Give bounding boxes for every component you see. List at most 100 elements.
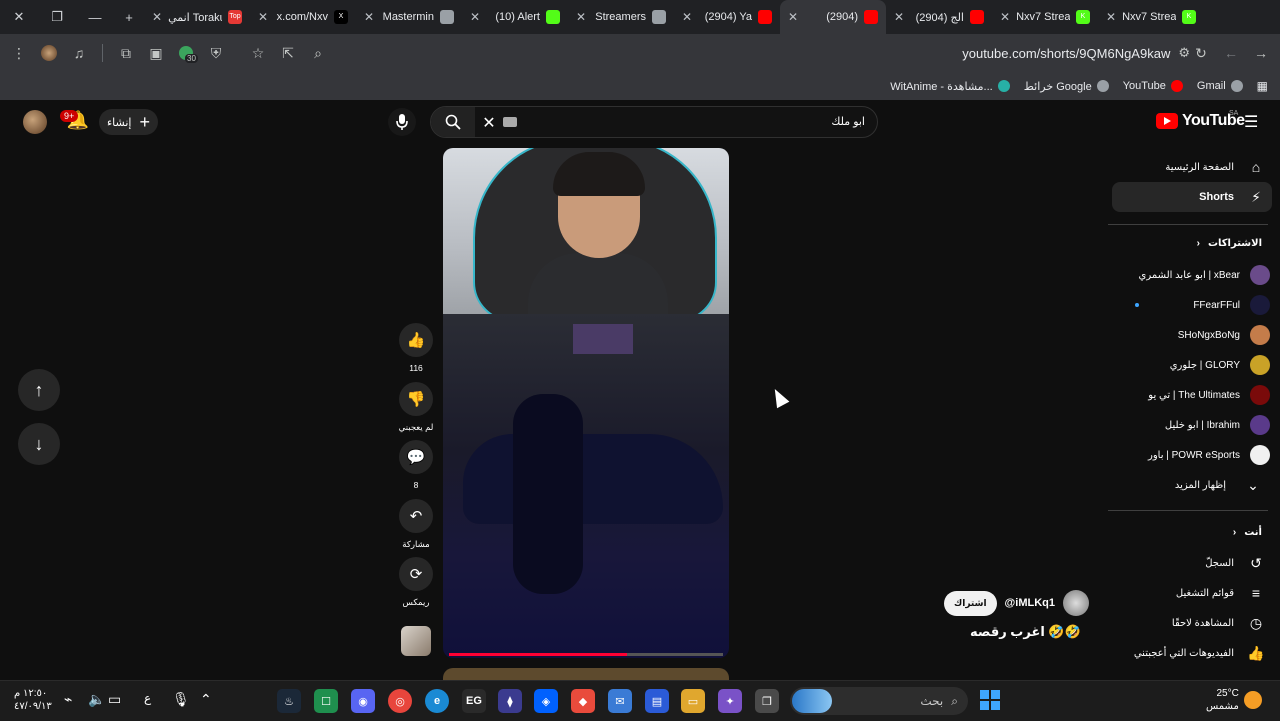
menu-dots-icon[interactable]: ⋮ xyxy=(4,38,34,68)
previous-short-button[interactable]: ↑ xyxy=(18,369,60,411)
bookmark-item[interactable]: خرائط Google xyxy=(1024,80,1109,93)
network-icon[interactable]: ⌁ xyxy=(64,691,72,708)
windows-start-icon[interactable] xyxy=(980,690,1000,710)
browser-tab[interactable]: ✕ x.com/Nxv X xyxy=(250,0,356,34)
browser-tab[interactable]: ✕ (10) Alert xyxy=(462,0,568,34)
share-page-icon[interactable]: ⇱ xyxy=(273,38,303,68)
system-clock[interactable]: ١٢:٥٠ م ٤٧/٠٩/١٣ xyxy=(14,687,52,713)
keyboard-icon[interactable] xyxy=(503,117,517,127)
sidebar-subscription-item[interactable]: باور | POWR eSports xyxy=(1112,440,1272,470)
dropbox-app-icon[interactable]: ◈ xyxy=(534,689,558,713)
search-input[interactable]: ✕ ابو ملك xyxy=(430,106,878,138)
create-button[interactable]: إنشاء + xyxy=(99,109,158,135)
edge-app-icon[interactable]: e xyxy=(425,689,449,713)
show-more-button[interactable]: إظهار المزيد ⌄ xyxy=(1112,470,1272,500)
visual-studio-app-icon[interactable]: ⧫ xyxy=(498,689,522,713)
browser-tab[interactable]: ✕ (2904) Ya xyxy=(674,0,780,34)
forward-icon[interactable]: → xyxy=(1246,38,1276,68)
hamburger-menu-icon[interactable]: ☰ xyxy=(1244,112,1262,132)
browser-tab[interactable]: ✕ Mastermin xyxy=(356,0,462,34)
subscriptions-header[interactable]: › الاشتراكات xyxy=(1197,238,1262,249)
search-button[interactable] xyxy=(431,107,475,137)
extension-badge-icon[interactable]: 30 xyxy=(171,38,201,68)
shield-icon[interactable]: ⛨ xyxy=(201,38,231,68)
dislike-button[interactable]: 👎 xyxy=(399,382,433,416)
close-tab-icon[interactable]: ✕ xyxy=(258,10,268,24)
taskbar-search-box[interactable]: بحث ⌕ xyxy=(790,687,968,715)
sidebar-subscription-item[interactable]: جلوري | GLORY xyxy=(1112,350,1272,380)
subscribe-button[interactable]: اشتراك xyxy=(944,590,997,616)
voice-search-mic-icon[interactable] xyxy=(388,108,416,136)
volume-icon[interactable]: 🔈 xyxy=(88,691,105,708)
language-indicator[interactable]: ع xyxy=(144,691,151,705)
copilot-app-icon[interactable]: ✦ xyxy=(718,689,742,713)
sidebar-you-item[interactable]: الفيديوهات التي أعجبتني 👍 xyxy=(1112,638,1272,668)
sidebar-subscription-item[interactable]: SHoNgxBoNg xyxy=(1112,320,1272,350)
epic-games-app-icon[interactable]: EG xyxy=(462,689,486,713)
bookmark-item[interactable]: YouTube xyxy=(1123,80,1183,93)
battery-icon[interactable]: ▭ xyxy=(108,691,121,708)
profile-avatar[interactable] xyxy=(34,38,64,68)
sidebar-subscription-item[interactable]: ابو عابد الشمري | xBear xyxy=(1112,260,1272,290)
tray-overflow-chevron-icon[interactable]: ⌃ xyxy=(200,691,212,708)
account-avatar[interactable] xyxy=(23,110,47,134)
sound-thumbnail[interactable] xyxy=(401,626,431,656)
weather-widget[interactable]: 25°C مشمس xyxy=(1206,687,1239,713)
next-short-preview[interactable] xyxy=(443,668,729,680)
channel-handle[interactable]: @iMLKq1 xyxy=(1005,597,1055,609)
address-bar[interactable]: youtube.com/shorts/9QM6NgA9kaw ⚙ xyxy=(900,38,1190,68)
bookmark-item[interactable]: WitAnime - مشاهدة... xyxy=(890,80,1010,93)
short-video-player[interactable] xyxy=(443,148,729,658)
discord-app-icon[interactable]: ◉ xyxy=(351,689,375,713)
browser-tab[interactable]: ✕ Nxv7 Strea K xyxy=(992,0,1098,34)
comments-button[interactable]: 💬 xyxy=(399,440,433,474)
video-progress-bar[interactable] xyxy=(449,653,723,656)
browser-tab[interactable]: ✕ Streamers xyxy=(568,0,674,34)
browser-tab[interactable]: ✕ Nxv7 Strea K xyxy=(1098,0,1204,34)
media-controls-icon[interactable]: ♫ xyxy=(64,38,94,68)
zoom-icon[interactable]: ⌕ xyxy=(303,38,333,68)
close-tab-icon[interactable]: ✕ xyxy=(470,10,480,24)
file-explorer-icon[interactable]: ▭ xyxy=(681,689,705,713)
sidebar-item-home[interactable]: الصفحة الرئيسية ⌂ xyxy=(1112,152,1272,182)
sidebar-item-shorts[interactable]: Shorts ⚡ xyxy=(1112,182,1272,212)
app-icon-red[interactable]: ◆ xyxy=(571,689,595,713)
store-app-icon[interactable]: ▤ xyxy=(645,689,669,713)
close-tab-icon[interactable]: ✕ xyxy=(364,10,374,24)
bookmark-star-icon[interactable]: ☆ xyxy=(243,38,273,68)
sidebar-you-item[interactable]: قوائم التشغيل ≡ xyxy=(1112,578,1272,608)
next-short-button[interactable]: ↓ xyxy=(18,423,60,465)
sidebar-subscription-item[interactable]: ابو خليل | Ibrahim xyxy=(1112,410,1272,440)
bookmark-item[interactable]: Gmail xyxy=(1197,80,1243,93)
task-view-icon[interactable]: ❐ xyxy=(755,689,779,713)
browser-tab[interactable]: ✕ (2904) الج xyxy=(886,0,992,34)
close-tab-icon[interactable]: ✕ xyxy=(894,10,904,24)
minimize-window-button[interactable]: — xyxy=(76,0,114,34)
browser-tab[interactable]: ✕ انمي Toraku Top xyxy=(144,0,250,34)
extensions-icon[interactable]: ⧉ xyxy=(111,38,141,68)
remix-button[interactable]: ⟳ xyxy=(399,557,433,591)
messaging-app-icon[interactable]: ☐ xyxy=(314,689,338,713)
sidebar-you-item[interactable]: المشاهدة لاحقًا ◷ xyxy=(1112,608,1272,638)
sidebar-you-item[interactable]: السجلّ ↺ xyxy=(1112,548,1272,578)
close-tab-icon[interactable]: ✕ xyxy=(682,10,692,24)
close-tab-icon[interactable]: ✕ xyxy=(1000,10,1010,24)
restore-window-button[interactable]: ❐ xyxy=(38,0,76,34)
like-button[interactable]: 👍 xyxy=(399,323,433,357)
close-tab-icon[interactable]: ✕ xyxy=(788,10,798,24)
browser-tab[interactable]: ✕ (2904) xyxy=(780,0,886,34)
extension-tool-icon[interactable]: ▣ xyxy=(141,38,171,68)
chrome-app-icon[interactable]: ◎ xyxy=(388,689,412,713)
you-header[interactable]: › أنت xyxy=(1233,527,1262,538)
close-tab-icon[interactable]: ✕ xyxy=(152,10,162,24)
mail-app-icon[interactable]: ✉ xyxy=(608,689,632,713)
close-tab-icon[interactable]: ✕ xyxy=(1106,10,1116,24)
steam-app-icon[interactable]: ♨ xyxy=(277,689,301,713)
apps-grid-icon[interactable]: ▦ xyxy=(1257,79,1268,93)
new-tab-button[interactable]: + xyxy=(114,0,144,34)
clear-search-icon[interactable]: ✕ xyxy=(479,113,499,133)
sidebar-subscription-item[interactable]: تي يو | The Ultimates xyxy=(1112,380,1272,410)
sidebar-subscription-item[interactable]: FFearFFul xyxy=(1112,290,1272,320)
share-button[interactable]: ↶ xyxy=(399,499,433,533)
channel-avatar[interactable] xyxy=(1063,590,1089,616)
